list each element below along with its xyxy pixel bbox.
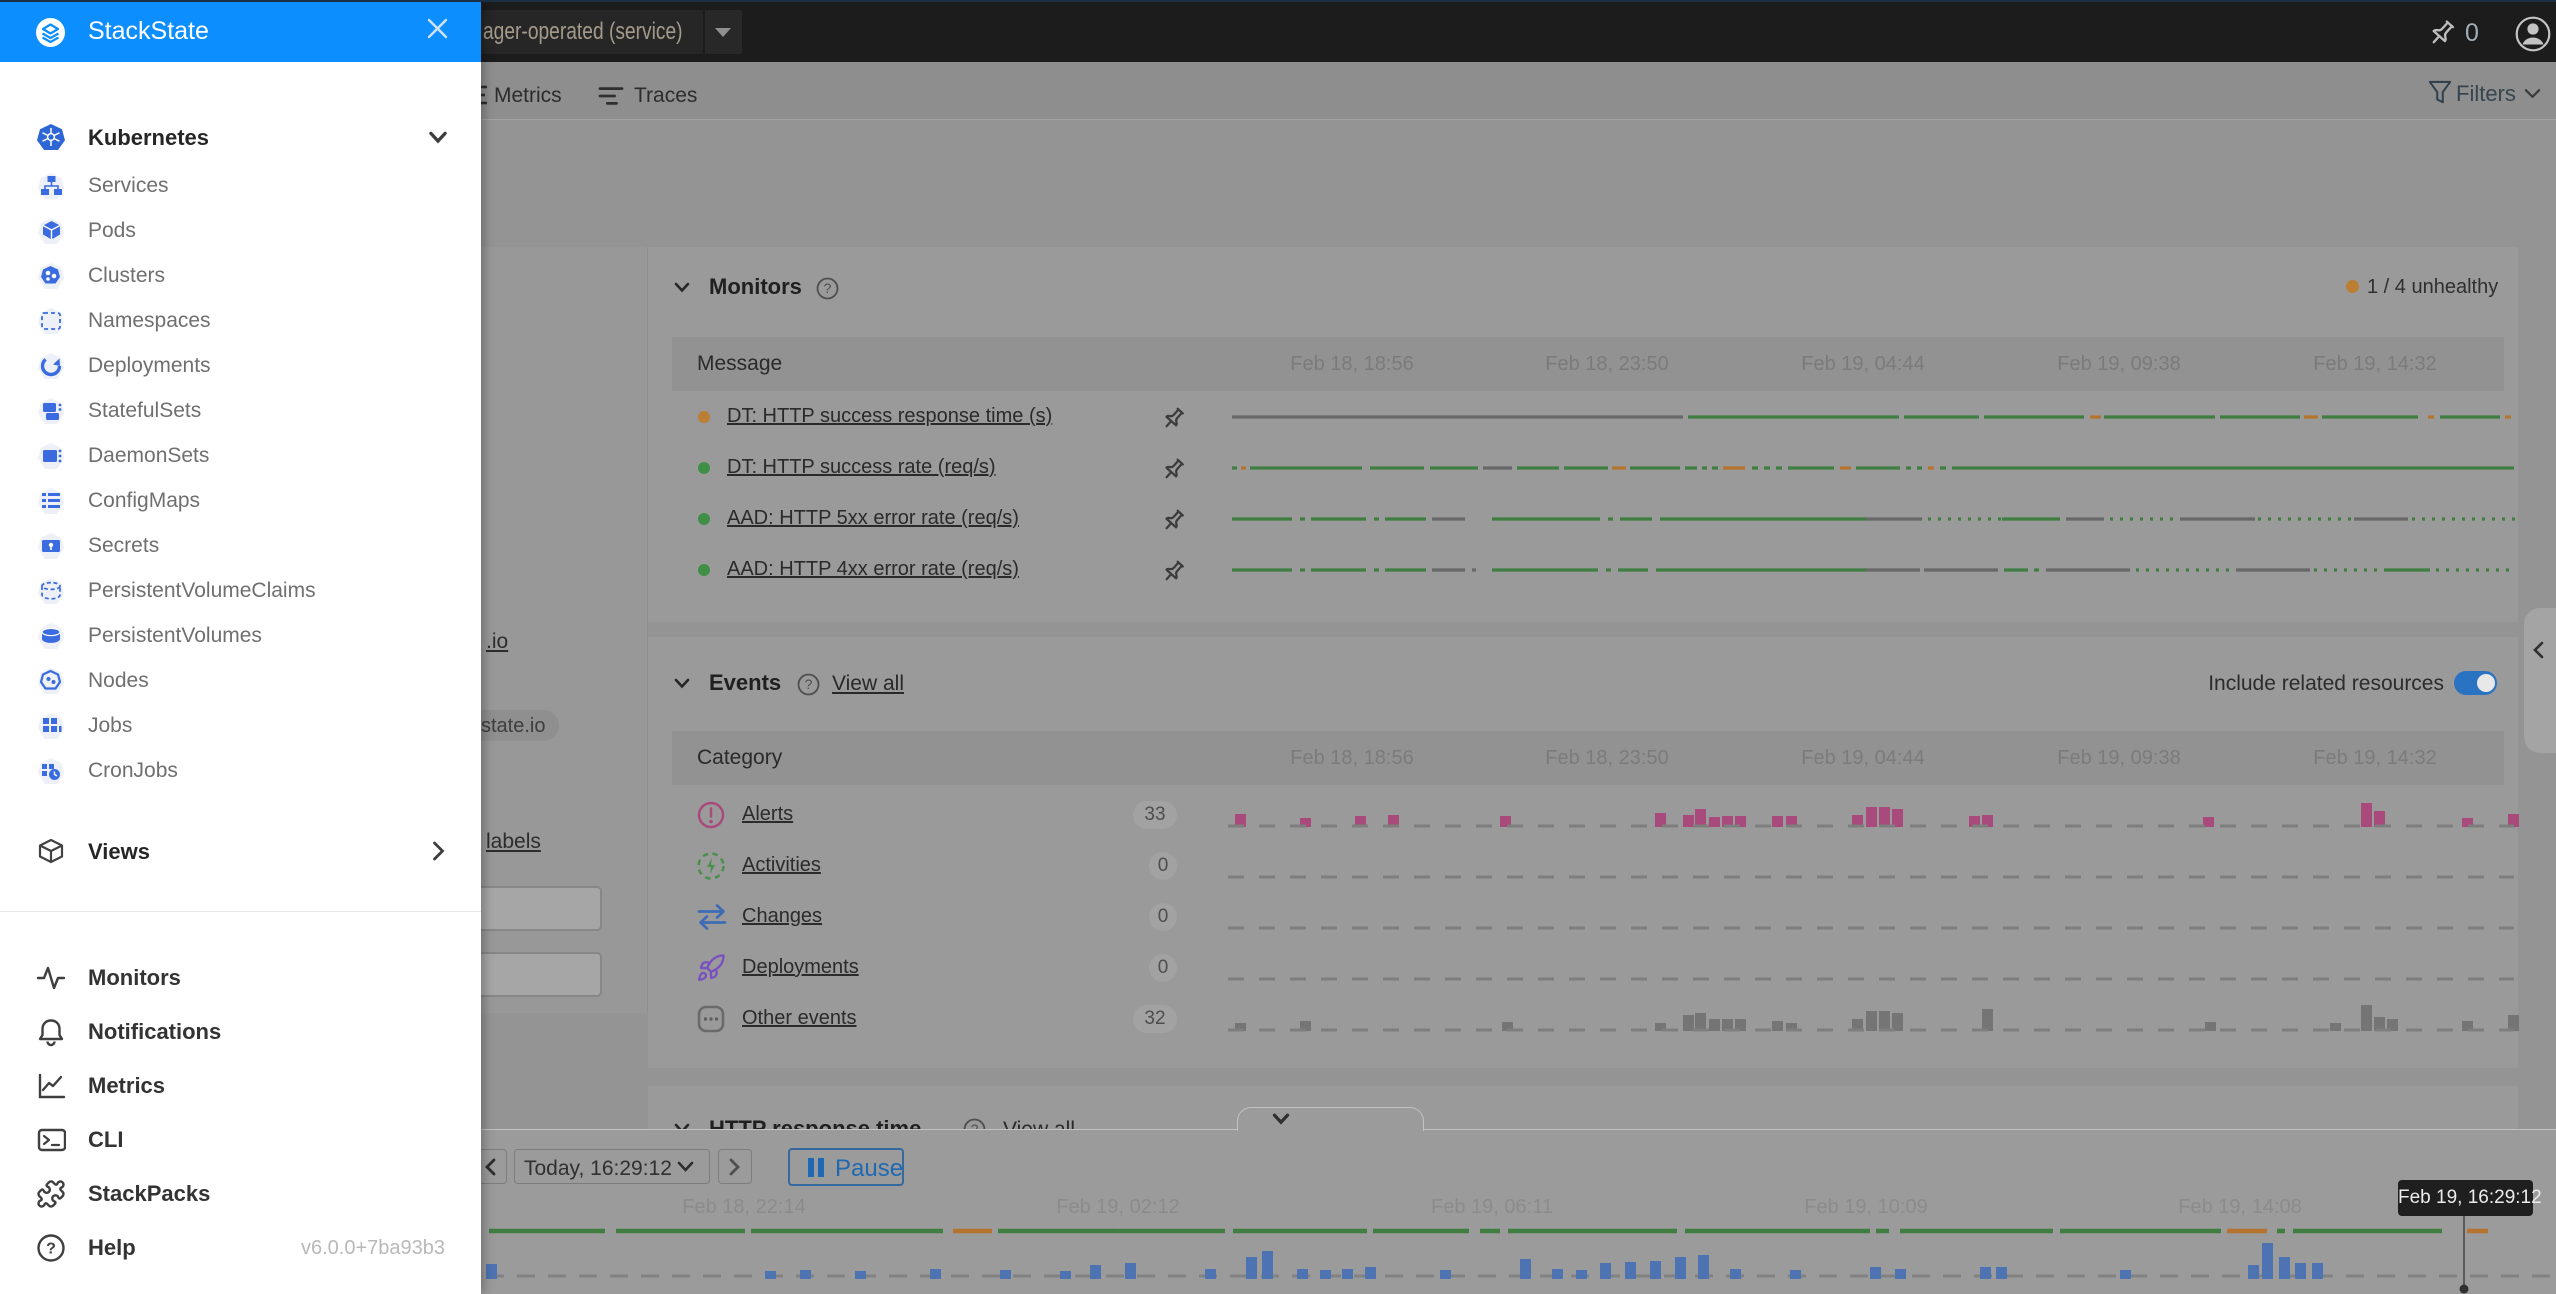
svg-text:?: ? — [46, 1241, 56, 1258]
svg-text:?: ? — [805, 676, 813, 692]
svg-text:?: ? — [824, 280, 832, 296]
